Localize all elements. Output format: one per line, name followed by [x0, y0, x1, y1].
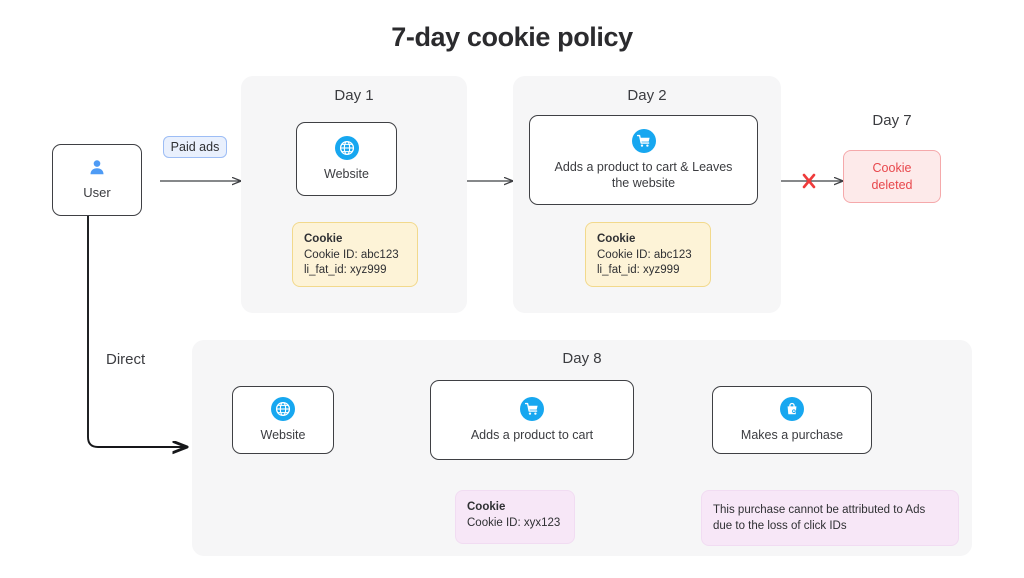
node-day1-website[interactable]: Website: [296, 122, 397, 196]
node-day2-cart-label: Adds a product to cart & Leaves the webs…: [554, 159, 733, 190]
card-day1-cookie-line-1: Cookie ID: abc123: [304, 248, 399, 261]
node-day2-cart[interactable]: Adds a product to cart & Leaves the webs…: [529, 115, 758, 205]
diagram-canvas: 7-day cookie policy User Paid ads Direct…: [0, 0, 1024, 578]
edge-label-paid-ads: Paid ads: [163, 136, 227, 158]
user-icon: [87, 158, 107, 178]
node-day1-website-label: Website: [324, 166, 369, 181]
card-cookie-deleted: Cookie deleted: [843, 150, 941, 203]
card-day1-cookie: Cookie Cookie ID: abc123 li_fat_id: xyz9…: [292, 222, 418, 287]
card-day2-cookie-line-1: Cookie ID: abc123: [597, 248, 692, 261]
panel-day2-title: Day 2: [627, 87, 667, 104]
panel-day1-title: Day 1: [334, 87, 374, 104]
globe-icon: [271, 396, 295, 421]
card-day2-cookie-title: Cookie: [597, 233, 636, 245]
node-day8-cart-label: Adds a product to cart: [470, 427, 594, 442]
shopping-cart-icon: [631, 128, 656, 153]
card-day8-attribution-note-text: This purchase cannot be attributed to Ad…: [713, 503, 926, 532]
globe-icon: [334, 135, 359, 160]
card-day1-cookie-title: Cookie: [304, 233, 343, 245]
card-day2-cookie: Cookie Cookie ID: abc123 li_fat_id: xyz9…: [585, 222, 711, 287]
node-day8-cart[interactable]: Adds a product to cart: [430, 380, 634, 460]
card-day8-attribution-note: This purchase cannot be attributed to Ad…: [701, 490, 959, 546]
panel-day8-title: Day 8: [562, 350, 602, 367]
node-day8-website-label: Website: [260, 427, 306, 442]
card-day2-cookie-line-2: li_fat_id: xyz999: [597, 264, 680, 277]
card-day1-cookie-line-2: li_fat_id: xyz999: [304, 264, 387, 277]
shopping-bag-icon: [780, 396, 804, 421]
card-day8-cookie: Cookie Cookie ID: xyx123: [455, 490, 575, 544]
node-day8-website[interactable]: Website: [232, 386, 334, 454]
node-day8-purchase[interactable]: Makes a purchase: [712, 386, 872, 454]
node-user-label: User: [83, 185, 111, 201]
node-day8-purchase-label: Makes a purchase: [740, 427, 844, 442]
page-title: 7-day cookie policy: [391, 22, 633, 52]
edge-label-direct: Direct: [106, 351, 146, 368]
node-user[interactable]: User: [52, 144, 142, 216]
shopping-cart-icon: [520, 396, 544, 421]
card-day8-cookie-title: Cookie: [467, 501, 506, 513]
panel-day7-title: Day 7: [872, 112, 912, 129]
card-day8-cookie-line-1: Cookie ID: xyx123: [467, 516, 561, 529]
